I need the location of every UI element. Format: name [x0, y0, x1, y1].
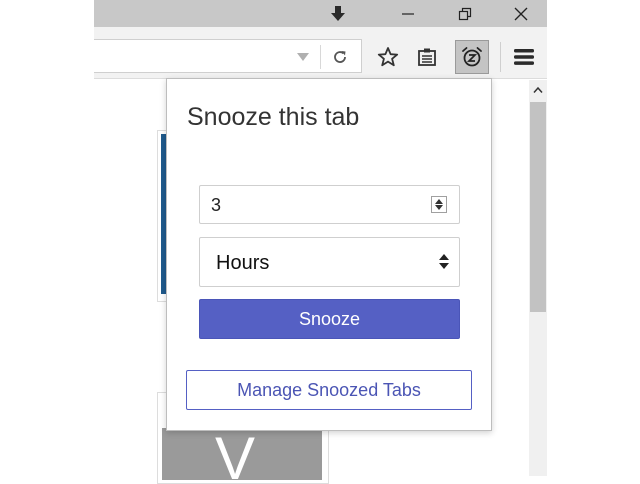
- snooze-unit-select[interactable]: Hours: [199, 237, 460, 287]
- page-card-thumbnail: V: [162, 428, 322, 480]
- reload-icon: [334, 51, 346, 63]
- reload-button[interactable]: [325, 42, 355, 72]
- download-arrow-icon: [331, 5, 345, 21]
- close-window-button[interactable]: [501, 0, 541, 27]
- spinner-up-icon[interactable]: [435, 199, 443, 204]
- menu-icon: [514, 49, 534, 65]
- url-divider: [320, 45, 321, 69]
- snooze-alarm-icon: [462, 47, 482, 67]
- reading-list-icon: [418, 48, 436, 66]
- snooze-amount-input[interactable]: 3: [199, 185, 460, 224]
- restore-button[interactable]: [445, 0, 485, 27]
- number-spinner[interactable]: [431, 196, 447, 213]
- scroll-up-button[interactable]: [529, 80, 547, 100]
- select-arrows-icon: [439, 254, 449, 269]
- snooze-button[interactable]: Snooze: [199, 299, 460, 339]
- url-dropdown-button[interactable]: [288, 42, 318, 72]
- manage-snoozed-tabs-button[interactable]: Manage Snoozed Tabs: [186, 370, 472, 410]
- address-bar[interactable]: [94, 39, 362, 73]
- snooze-popup: Snooze this tab 3 Hours Snooze Manage Sn…: [166, 78, 492, 431]
- restore-icon: [458, 7, 472, 20]
- close-icon: [514, 7, 528, 20]
- popup-title: Snooze this tab: [187, 103, 360, 131]
- chevron-up-icon: [533, 86, 543, 93]
- reading-list-button[interactable]: [412, 42, 442, 72]
- minimize-button[interactable]: [388, 0, 428, 27]
- browser-menu-button[interactable]: [509, 42, 539, 72]
- download-button[interactable]: [318, 0, 358, 27]
- bookmark-star-button[interactable]: [373, 42, 403, 72]
- dropdown-arrow-icon: [297, 53, 309, 61]
- minimize-icon: [402, 12, 414, 15]
- snooze-extension-button[interactable]: [455, 40, 489, 74]
- toolbar-separator: [500, 42, 501, 72]
- thumbnail-letter: V: [215, 428, 256, 480]
- scrollbar-thumb[interactable]: [530, 102, 546, 312]
- snooze-amount-value[interactable]: 3: [211, 195, 221, 216]
- spinner-down-icon[interactable]: [435, 205, 443, 210]
- snooze-unit-value[interactable]: Hours: [216, 252, 269, 275]
- star-icon: [377, 47, 399, 67]
